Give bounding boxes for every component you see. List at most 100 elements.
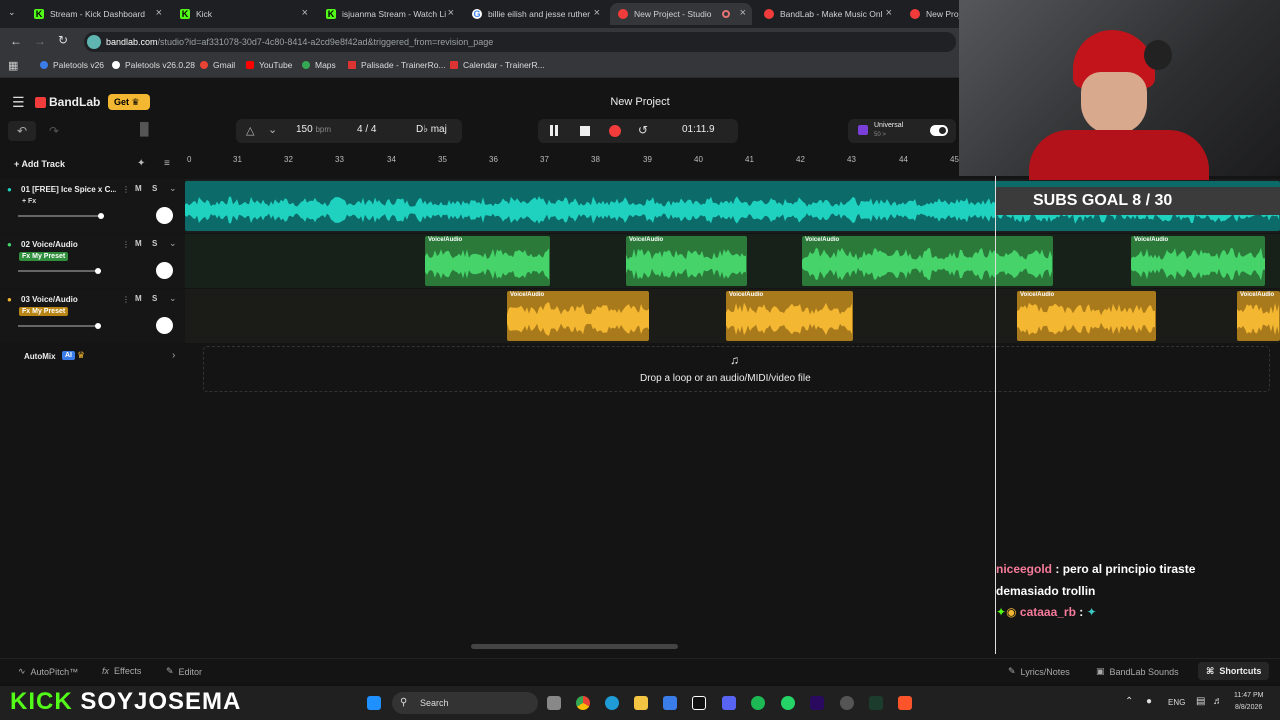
pan-knob[interactable]	[156, 262, 173, 279]
autopitch-button[interactable]: ∿ AutoPitch™	[18, 666, 78, 677]
bookmark-paletools-2[interactable]: Paletools v26.0.28	[112, 60, 195, 70]
slider-thumb[interactable]	[95, 268, 101, 274]
audio-clip[interactable]: Voice/Audio	[1017, 291, 1156, 341]
app-icon[interactable]	[869, 696, 883, 710]
bookmark-youtube[interactable]: YouTube	[246, 60, 292, 70]
metronome-dropdown-icon[interactable]: ⌄	[268, 123, 277, 136]
project-title[interactable]: New Project	[600, 96, 680, 108]
pause-button[interactable]	[550, 125, 558, 136]
record-button[interactable]	[609, 125, 621, 137]
site-info-icon[interactable]	[87, 35, 101, 49]
mute-button[interactable]: M	[135, 239, 142, 248]
steam-icon[interactable]	[840, 696, 854, 710]
close-tab-icon[interactable]: ×	[886, 7, 892, 19]
solo-button[interactable]: S	[152, 294, 157, 303]
close-tab-icon[interactable]: ×	[740, 7, 746, 19]
discord-icon[interactable]	[722, 696, 736, 710]
browser-tab[interactable]: BandLab - Make Music Onl ×	[756, 3, 898, 25]
close-tab-icon[interactable]: ×	[156, 7, 162, 19]
expand-icon[interactable]: ⌄	[169, 293, 177, 304]
mute-button[interactable]: M	[135, 184, 142, 193]
network-icon[interactable]: ▤	[1196, 696, 1205, 707]
slider-thumb[interactable]	[95, 323, 101, 329]
clock-date[interactable]: 8/8/2026	[1235, 704, 1262, 711]
track-name[interactable]: 03 Voice/Audio	[21, 295, 78, 304]
tiktok-icon[interactable]	[692, 696, 706, 710]
wand-icon[interactable]: ✦	[137, 158, 145, 169]
menu-icon[interactable]: ☰	[12, 94, 25, 111]
bookmark-paletools[interactable]: Paletools v26	[40, 60, 104, 70]
bookmark-calendar[interactable]: Calendar - TrainerR...	[450, 60, 545, 70]
pan-knob[interactable]	[156, 207, 173, 224]
fx-button[interactable]: Fx My Preset	[19, 252, 69, 261]
fx-button[interactable]: Fx My Preset	[19, 307, 69, 316]
loop-icon[interactable]: ↺	[638, 123, 648, 137]
audio-clip[interactable]: Voice/Audio	[425, 236, 550, 286]
chevron-right-icon[interactable]: ›	[172, 350, 175, 361]
edge-icon[interactable]	[605, 696, 619, 710]
track-lane[interactable]: Voice/Audio Voice/Audio Voice/Audio Voic…	[185, 234, 1280, 288]
audio-clip[interactable]: Voice/Audio	[1237, 291, 1280, 341]
stop-button[interactable]	[580, 126, 590, 136]
task-view-icon[interactable]	[547, 696, 561, 710]
track-menu-icon[interactable]: ⋮	[122, 185, 130, 194]
add-track-button[interactable]: + Add Track	[14, 159, 65, 169]
taskbar-search[interactable]: ⚲ Search	[392, 692, 538, 714]
browser-tab[interactable]: K Kick ×	[172, 3, 314, 25]
volume-slider[interactable]	[18, 268, 101, 274]
effects-button[interactable]: fx Effects	[102, 666, 141, 676]
reload-icon[interactable]: ↻	[58, 33, 68, 47]
instrument-toggle[interactable]	[930, 125, 948, 136]
volume-slider[interactable]	[18, 323, 101, 329]
drop-zone[interactable]: ♫ Drop a loop or an audio/MIDI/video fil…	[203, 346, 1270, 392]
volume-icon[interactable]: ♬	[1213, 696, 1223, 707]
browser-tab[interactable]: New Proje	[902, 3, 962, 25]
whatsapp-icon[interactable]	[781, 696, 795, 710]
expand-icon[interactable]: ⌄	[169, 183, 177, 194]
fx-button[interactable]: + Fx	[19, 197, 39, 206]
microphone-icon[interactable]: ●	[1146, 696, 1152, 707]
tray-chevron-icon[interactable]: ⌃	[1125, 696, 1133, 707]
bookmark-gmail[interactable]: Gmail	[200, 60, 235, 70]
close-tab-icon[interactable]: ×	[448, 7, 454, 19]
shortcuts-button[interactable]: ⌘ Shortcuts	[1198, 662, 1270, 680]
track-menu-icon[interactable]: ⋮	[122, 240, 130, 249]
automix-row[interactable]: AutoMix AI ♛ ›	[0, 348, 185, 366]
chrome-icon[interactable]	[576, 696, 590, 710]
premiere-icon[interactable]	[810, 696, 824, 710]
key-selector[interactable]: D♭ maj	[416, 124, 447, 135]
track-header[interactable]: ● 02 Voice/Audio Fx My Preset ⋮ M S ⌄	[0, 234, 185, 288]
solo-button[interactable]: S	[152, 239, 157, 248]
track-lane[interactable]: Voice/Audio Voice/Audio Voice/Audio Voic…	[185, 289, 1280, 343]
instrument-preset-name[interactable]: Universal	[874, 122, 903, 129]
track-header[interactable]: ● 01 [FREE] Ice Spice x C... + Fx ⋮ M S …	[0, 179, 185, 233]
keyboard-icon[interactable]: █	[140, 122, 149, 136]
browser-tab[interactable]: K Stream - Kick Dashboard ×	[26, 3, 168, 25]
lyrics-button[interactable]: ✎ Lyrics/Notes	[1008, 666, 1070, 677]
tempo-field[interactable]: 150 bpm	[296, 124, 331, 135]
audio-clip[interactable]: Voice/Audio	[507, 291, 649, 341]
tab-list-chevron-icon[interactable]: ⌄	[8, 7, 16, 18]
browser-tab-active[interactable]: New Project - Studio ×	[610, 3, 752, 25]
sounds-button[interactable]: ▣ BandLab Sounds	[1096, 666, 1179, 677]
forward-icon[interactable]: →	[34, 34, 46, 48]
file-explorer-icon[interactable]	[634, 696, 648, 710]
get-button[interactable]: Get ♛	[108, 94, 150, 110]
windows-start-icon[interactable]	[367, 696, 381, 710]
mute-button[interactable]: M	[135, 294, 142, 303]
track-name[interactable]: 01 [FREE] Ice Spice x C...	[21, 185, 116, 194]
browser-tab[interactable]: K isjuanma Stream - Watch Li ×	[318, 3, 460, 25]
pan-knob[interactable]	[156, 317, 173, 334]
redo-button[interactable]: ↷	[40, 121, 68, 141]
clock-time[interactable]: 11:47 PM	[1234, 692, 1263, 699]
url-bar[interactable]: bandlab.com/studio?id=af331078-30d7-4c80…	[84, 32, 956, 52]
bookmark-palisade[interactable]: Palisade - TrainerRo...	[348, 60, 446, 70]
expand-icon[interactable]: ⌄	[169, 238, 177, 249]
brave-icon[interactable]	[898, 696, 912, 710]
metronome-icon[interactable]: △	[246, 124, 254, 137]
close-tab-icon[interactable]: ×	[302, 7, 308, 19]
solo-button[interactable]: S	[152, 184, 157, 193]
bookmark-maps[interactable]: Maps	[302, 60, 336, 70]
back-icon[interactable]: ←	[10, 34, 22, 48]
undo-button[interactable]: ↶	[8, 121, 36, 141]
